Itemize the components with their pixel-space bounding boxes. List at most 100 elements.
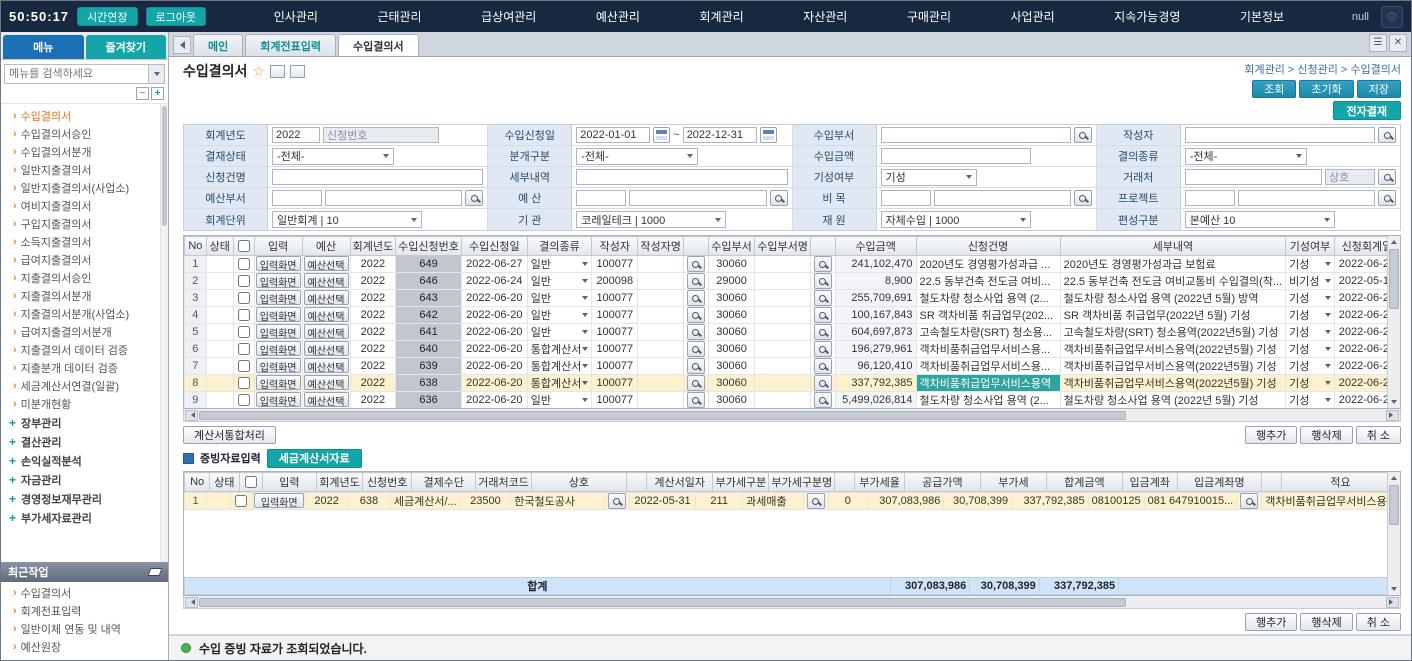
sidebar-group[interactable]: +손익실적분석 [1, 451, 168, 470]
income-dept-input[interactable] [881, 127, 1071, 143]
tab-favorites[interactable]: 즐겨찾기 [86, 35, 167, 59]
topbar-menu-item[interactable]: 지속가능경영 [1114, 8, 1180, 25]
capture-icon[interactable] [290, 65, 305, 78]
scroll-down-icon[interactable] [1391, 400, 1397, 407]
row-checkbox[interactable] [238, 360, 250, 372]
vendor-type-input[interactable] [1325, 169, 1375, 185]
decision-type-cell-select[interactable]: 일반 [531, 307, 589, 323]
column-header[interactable]: 회계년도 [350, 237, 396, 256]
fund-select[interactable]: 자체수입 | 1000 [881, 211, 1031, 228]
search-icon[interactable] [687, 273, 705, 289]
detail-grid-hscrollbar[interactable] [183, 596, 1401, 609]
search-icon[interactable] [1378, 190, 1396, 206]
search-icon[interactable] [807, 493, 825, 509]
column-header[interactable]: 수입신청번호 [396, 237, 462, 256]
row-checkbox[interactable] [238, 377, 250, 389]
budget-select-button[interactable]: 예산선택 [304, 324, 349, 339]
column-header[interactable]: 수입금액 [835, 237, 916, 256]
input-screen-button[interactable]: 입력화면 [254, 493, 304, 508]
column-header[interactable]: 결의종류 [527, 237, 592, 256]
decision-type-select[interactable]: -전체- [1185, 148, 1307, 165]
sidebar-group[interactable]: +결산관리 [1, 432, 168, 451]
row-checkbox[interactable] [238, 394, 250, 406]
expand-all-button[interactable]: + [151, 87, 164, 100]
search-icon[interactable] [687, 307, 705, 323]
topbar-menu-item[interactable]: 자산관리 [803, 8, 847, 25]
sidebar-item[interactable]: ›지출결의서분개(사업소) [1, 305, 168, 323]
tax-invoice-button[interactable]: 세금계산서자료 [267, 449, 362, 468]
column-header[interactable]: 입금계좌명 [1177, 473, 1261, 492]
search-icon[interactable] [1240, 493, 1258, 509]
column-header[interactable]: 수입부서명 [755, 237, 811, 256]
gisung-cell-select[interactable]: 기성 [1289, 358, 1331, 374]
menu-search-dropdown-button[interactable] [148, 65, 164, 83]
detail-grid-vscrollbar[interactable] [1387, 472, 1400, 595]
column-header[interactable] [835, 473, 855, 492]
sidebar-item[interactable]: ›수입결의서승인 [1, 125, 168, 143]
income-amount-input[interactable] [881, 148, 1031, 164]
grid-row[interactable]: 1입력화면예산선택20226492022-06-27일반100077300602… [185, 256, 1400, 273]
column-header[interactable]: 입력 [254, 237, 302, 256]
sidebar-item[interactable]: ›세금계산서연결(일괄) [1, 377, 168, 395]
input-screen-button[interactable]: 입력화면 [256, 392, 301, 407]
column-header[interactable] [810, 237, 835, 256]
invoice-merge-button[interactable]: 계산서통합처리 [183, 426, 276, 444]
sidebar-item[interactable]: ›지출결의서승인 [1, 269, 168, 287]
main-grid-vscrollbar[interactable] [1387, 236, 1400, 408]
column-header[interactable] [233, 237, 254, 256]
item-name-input[interactable] [934, 190, 1071, 206]
search-icon[interactable] [814, 307, 832, 323]
cancel-button[interactable]: 취 소 [1356, 613, 1401, 631]
search-icon[interactable] [814, 256, 832, 272]
sidebar-item[interactable]: ›미분개현황 [1, 395, 168, 413]
search-icon[interactable] [814, 358, 832, 374]
column-header[interactable]: 세부내역 [1060, 237, 1286, 256]
add-row-button[interactable]: 행추가 [1245, 426, 1297, 444]
input-screen-button[interactable]: 입력화면 [256, 341, 301, 356]
row-checkbox[interactable] [238, 292, 250, 304]
approval-state-select[interactable]: -전체- [272, 148, 394, 165]
column-header[interactable]: 상태 [210, 473, 239, 492]
recent-work-item[interactable]: ›회계전표입력 [1, 602, 168, 620]
decision-type-cell-select[interactable]: 일반 [531, 256, 589, 272]
budget-dept-name-input[interactable] [325, 190, 462, 206]
search-icon[interactable] [687, 256, 705, 272]
sidebar-group[interactable]: +경영정보재무관리 [1, 489, 168, 508]
scrollbar-thumb[interactable] [162, 106, 167, 226]
decision-type-cell-select[interactable]: 통합계산서 [531, 341, 589, 357]
grid-row[interactable]: 8입력화면예산선택20226382022-06-20통합계산서100077300… [185, 375, 1400, 392]
reset-button[interactable]: 초기화 [1299, 80, 1353, 98]
grid-row[interactable]: 9입력화면예산선택20226362022-06-20일반100077300605… [185, 392, 1400, 409]
decision-type-cell-select[interactable]: 일반 [531, 273, 589, 289]
vendor-input[interactable] [1185, 169, 1322, 185]
column-header[interactable]: 합계금액 [1046, 473, 1122, 492]
sidebar-item[interactable]: ›급여지출결의서분개 [1, 323, 168, 341]
sidebar-item[interactable]: ›수입결의서분개 [1, 143, 168, 161]
scroll-up-icon[interactable] [1391, 473, 1397, 480]
vscroll-thumb[interactable] [1389, 249, 1399, 309]
input-screen-button[interactable]: 입력화면 [256, 324, 301, 339]
sidebar-item[interactable]: ›여비지출결의서 [1, 197, 168, 215]
column-header[interactable] [1261, 473, 1281, 492]
topbar-menu-item[interactable]: 기본정보 [1240, 8, 1284, 25]
budget-dept-code-input[interactable] [272, 190, 322, 206]
search-icon[interactable] [1074, 190, 1092, 206]
select-all-checkbox[interactable] [238, 240, 250, 252]
logout-button[interactable]: 로그아웃 [146, 7, 206, 26]
sidebar-item[interactable]: ›구입지출결의서 [1, 215, 168, 233]
input-screen-button[interactable]: 입력화면 [256, 375, 301, 390]
collapse-all-button[interactable]: − [136, 87, 149, 100]
clear-icon[interactable] [148, 568, 163, 576]
sidebar-item[interactable]: ›수입결의서 [1, 107, 168, 125]
detail-desc-input[interactable] [576, 169, 787, 185]
budget-select-button[interactable]: 예산선택 [304, 341, 349, 356]
search-icon[interactable] [687, 290, 705, 306]
search-icon[interactable] [465, 190, 483, 206]
search-icon[interactable] [1378, 169, 1396, 185]
search-button[interactable]: 조회 [1252, 80, 1296, 98]
topbar-menu-item[interactable]: 인사관리 [274, 8, 318, 25]
vscroll-thumb[interactable] [1389, 485, 1399, 525]
row-checkbox[interactable] [238, 309, 250, 321]
topbar-menu-item[interactable]: 회계관리 [699, 8, 743, 25]
search-icon[interactable] [814, 341, 832, 357]
